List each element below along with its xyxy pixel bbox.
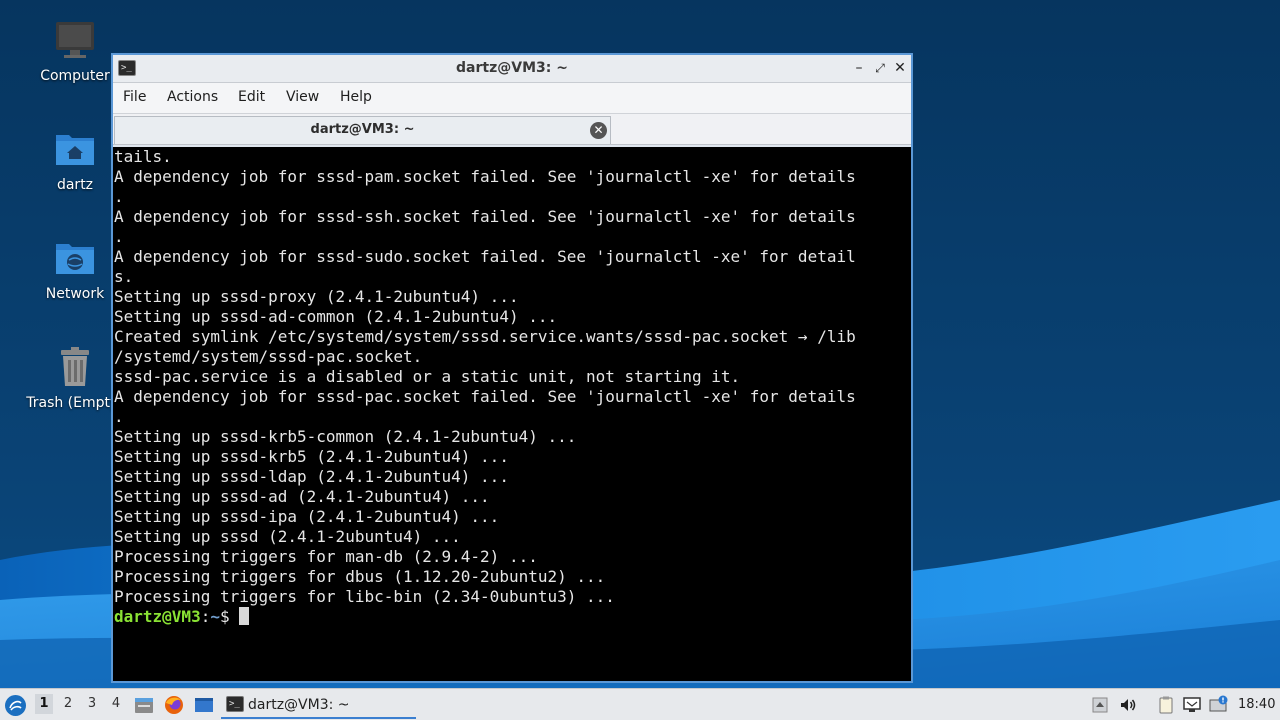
terminal-window: >_ dartz@VM3: ~ – ⤢ ✕ File Actions Edit … bbox=[111, 53, 913, 683]
workspace-2[interactable]: 2 bbox=[59, 696, 77, 711]
terminal-output-line: . bbox=[114, 407, 124, 426]
file-manager-icon[interactable] bbox=[133, 694, 155, 716]
trash-icon bbox=[61, 347, 89, 386]
terminal-tab[interactable]: dartz@VM3: ~ ✕ bbox=[114, 116, 611, 144]
terminal-output-line: Created symlink /etc/systemd/system/sssd… bbox=[114, 327, 856, 346]
tab-close-icon[interactable]: ✕ bbox=[590, 122, 607, 139]
menu-help[interactable]: Help bbox=[340, 89, 372, 105]
menu-bar: File Actions Edit View Help bbox=[113, 83, 911, 113]
prompt-colon: : bbox=[200, 607, 211, 626]
terminal-output-line: s. bbox=[114, 267, 134, 286]
tray-arrow-icon[interactable] bbox=[1090, 695, 1110, 715]
terminal-app-icon: >_ bbox=[226, 696, 244, 712]
clipboard-icon[interactable] bbox=[1156, 695, 1176, 715]
desktop-icon-network[interactable]: Network bbox=[25, 236, 125, 302]
menu-view[interactable]: View bbox=[286, 89, 319, 105]
menu-actions[interactable]: Actions bbox=[167, 89, 218, 105]
terminal-output-line: Setting up sssd-ad-common (2.4.1-2ubuntu… bbox=[114, 307, 558, 326]
close-button[interactable]: ✕ bbox=[891, 59, 909, 77]
terminal-output-line: tails. bbox=[114, 147, 172, 166]
network-folder-icon bbox=[56, 244, 94, 274]
terminal-output-line: Processing triggers for man-db (2.9.4-2)… bbox=[114, 547, 538, 566]
terminal-output-line: /systemd/system/sssd-pac.socket. bbox=[114, 347, 423, 366]
desktop-icon-computer[interactable]: Computer bbox=[25, 18, 125, 84]
terminal-output-line: Setting up sssd-ad (2.4.1-2ubuntu4) ... bbox=[114, 487, 490, 506]
desktop-icon-label: Network bbox=[45, 286, 105, 302]
desktop-icon-label: dartz bbox=[56, 177, 94, 193]
terminal-output-line: A dependency job for sssd-pam.socket fai… bbox=[114, 167, 856, 186]
workspace-4[interactable]: 4 bbox=[107, 696, 125, 711]
desktop-icon-label: Trash (Empty) bbox=[26, 395, 124, 411]
home-folder-icon bbox=[56, 135, 94, 165]
tab-bar: dartz@VM3: ~ ✕ bbox=[113, 113, 911, 145]
workspace-3[interactable]: 3 bbox=[83, 696, 101, 711]
terminal-output-line: A dependency job for sssd-pac.socket fai… bbox=[114, 387, 856, 406]
window-titlebar[interactable]: >_ dartz@VM3: ~ – ⤢ ✕ bbox=[113, 55, 911, 83]
terminal-output-line: Setting up sssd (2.4.1-2ubuntu4) ... bbox=[114, 527, 461, 546]
menu-edit[interactable]: Edit bbox=[238, 89, 265, 105]
maximize-button[interactable]: ⤢ bbox=[871, 59, 889, 77]
terminal-output-line: Setting up sssd-krb5-common (2.4.1-2ubun… bbox=[114, 427, 577, 446]
terminal-output-line: . bbox=[114, 187, 124, 206]
prompt-symbol: $ bbox=[219, 607, 240, 626]
terminal-output-line: . bbox=[114, 227, 124, 246]
terminal-output-line: Setting up sssd-ldap (2.4.1-2ubuntu4) ..… bbox=[114, 467, 509, 486]
prompt-path: ~ bbox=[210, 607, 220, 626]
taskbar-window-label: dartz@VM3: ~ bbox=[248, 697, 350, 713]
start-menu-button[interactable] bbox=[5, 695, 26, 716]
volume-icon[interactable] bbox=[1118, 695, 1138, 715]
terminal-output-line: Processing triggers for dbus (1.12.20-2u… bbox=[114, 567, 606, 586]
terminal-output[interactable]: tails. A dependency job for sssd-pam.sock… bbox=[113, 147, 911, 681]
firefox-icon[interactable] bbox=[163, 694, 185, 716]
desktop-icon-label: Computer bbox=[40, 68, 110, 84]
terminal-output-line: Setting up sssd-ipa (2.4.1-2ubuntu4) ... bbox=[114, 507, 500, 526]
terminal-output-line: sssd-pac.service is a disabled or a stat… bbox=[114, 367, 741, 386]
window-title: dartz@VM3: ~ bbox=[456, 60, 568, 76]
update-notifier-icon[interactable] bbox=[1208, 695, 1228, 715]
network-icon[interactable] bbox=[1182, 695, 1202, 715]
desktop-icon-home[interactable]: dartz bbox=[25, 127, 125, 193]
taskbar: 1 2 3 4 >_ dartz@VM3: ~ 18:40 bbox=[0, 688, 1280, 720]
terminal-output-line: Processing triggers for libc-bin (2.34-0… bbox=[114, 587, 615, 606]
menu-file[interactable]: File bbox=[123, 89, 146, 105]
terminal-output-line: A dependency job for sssd-ssh.socket fai… bbox=[114, 207, 856, 226]
terminal-output-line: Setting up sssd-proxy (2.4.1-2ubuntu4) .… bbox=[114, 287, 519, 306]
tab-label: dartz@VM3: ~ bbox=[310, 122, 415, 137]
prompt-user-host: dartz@VM3 bbox=[114, 607, 201, 626]
taskbar-window-button[interactable]: >_ dartz@VM3: ~ bbox=[221, 691, 416, 719]
taskbar-clock[interactable]: 18:40 bbox=[1238, 697, 1275, 712]
terminal-output-line: Setting up sssd-krb5 (2.4.1-2ubuntu4) ..… bbox=[114, 447, 509, 466]
minimize-button[interactable]: – bbox=[850, 59, 868, 77]
terminal-output-line: A dependency job for sssd-sudo.socket fa… bbox=[114, 247, 856, 266]
workspace-1[interactable]: 1 bbox=[35, 694, 53, 714]
terminal-prompt-line: dartz@VM3:~$ bbox=[114, 607, 910, 627]
show-desktop-icon[interactable] bbox=[193, 694, 215, 716]
terminal-cursor bbox=[239, 607, 250, 625]
lubuntu-logo-icon bbox=[5, 695, 26, 716]
computer-icon bbox=[56, 22, 94, 58]
desktop-icon-trash[interactable]: Trash (Empty) bbox=[25, 345, 125, 411]
terminal-lines: tails. A dependency job for sssd-pam.sock… bbox=[114, 147, 910, 607]
